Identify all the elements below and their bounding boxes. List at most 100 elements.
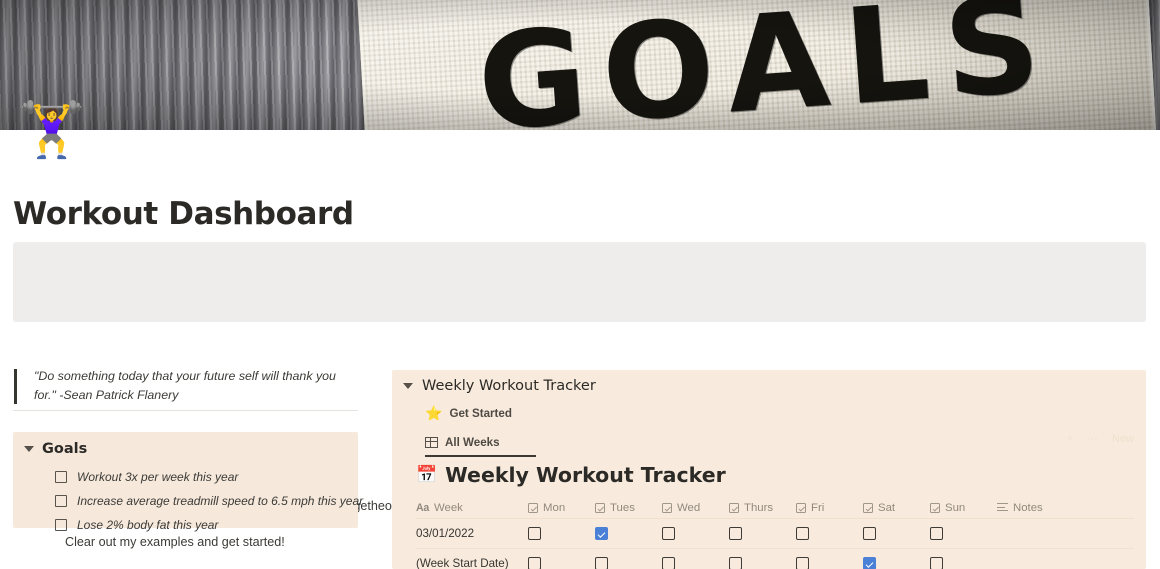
column-header-sat-label: Sat (878, 501, 896, 514)
column-header-mon-label: Mon (543, 501, 566, 514)
weightlifter-emoji[interactable]: 🏋️‍♀️ (18, 98, 85, 162)
callout-line-2[interactable]: Clear out my examples and get started! (65, 533, 285, 551)
goal-checkbox-0[interactable] (55, 471, 67, 483)
checkbox-icon (796, 502, 806, 513)
checkbox-wed[interactable] (662, 557, 675, 569)
tab-all-weeks-label: All Weeks (445, 436, 500, 449)
table-header-row: Aa Week Mon Tues Wed Thurs Fri Sat Sun N… (416, 497, 1134, 519)
cell-mon[interactable] (528, 527, 595, 540)
workout-dashboard-page: GOALS 🏋️‍♀️ Workout Dashboard 💡 I create… (0, 0, 1160, 569)
tab-get-started-label: Get Started (449, 406, 512, 420)
checkbox-mon[interactable] (528, 557, 541, 569)
weekly-tracker-table: Aa Week Mon Tues Wed Thurs Fri Sat Sun N… (416, 497, 1134, 569)
cell-week[interactable]: (Week Start Date) (416, 557, 528, 569)
cell-thurs[interactable] (729, 527, 796, 540)
column-header-sat[interactable]: Sat (863, 502, 930, 514)
checkbox-thurs[interactable] (729, 527, 742, 540)
new-button[interactable]: New (1112, 433, 1134, 445)
cover-image: GOALS (0, 0, 1160, 130)
column-header-thurs[interactable]: Thurs (729, 502, 796, 514)
database-toolbar[interactable]: ⌕ ··· New (1067, 432, 1134, 445)
cell-sat[interactable] (863, 557, 930, 569)
column-header-sun[interactable]: Sun (930, 502, 997, 514)
goal-label-0: Workout 3x per week this year (77, 470, 239, 484)
column-header-sun-label: Sun (945, 501, 966, 514)
cell-sun[interactable] (930, 527, 997, 540)
tracker-tabs: ⭐ Get Started All Weeks (425, 401, 536, 463)
database-title: Weekly Workout Tracker (445, 463, 726, 487)
weekly-workout-tracker-panel: Weekly Workout Tracker ⭐ Get Started All… (392, 370, 1146, 569)
star-icon: ⭐ (425, 405, 443, 421)
tab-all-weeks[interactable]: All Weeks (425, 433, 536, 457)
goals-title: Goals (42, 441, 88, 457)
column-header-wed-label: Wed (677, 501, 701, 514)
goals-panel: Goals Workout 3x per week this year Incr… (13, 432, 363, 532)
checkbox-icon (662, 502, 672, 513)
column-header-tues-label: Tues (610, 501, 635, 514)
goal-item-2[interactable]: Lose 2% body fat this year (55, 518, 218, 532)
database-title-row[interactable]: 📅 Weekly Workout Tracker (416, 463, 726, 487)
goal-label-1: Increase average treadmill speed to 6.5 … (77, 494, 364, 508)
cell-fri[interactable] (796, 557, 863, 569)
tracker-title: Weekly Workout Tracker (422, 378, 596, 394)
cell-mon[interactable] (528, 557, 595, 569)
cell-wed[interactable] (662, 557, 729, 569)
checkbox-icon (729, 502, 739, 513)
table-grid-icon (425, 437, 438, 448)
cell-thurs[interactable] (729, 557, 796, 569)
goal-checkbox-1[interactable] (55, 495, 67, 507)
checkbox-sat[interactable] (863, 557, 876, 569)
quote-text[interactable]: "Do something today that your future sel… (34, 367, 346, 405)
more-options-icon[interactable]: ··· (1087, 433, 1098, 445)
checkbox-tues[interactable] (595, 527, 608, 540)
goals-header[interactable]: Goals (24, 441, 87, 457)
checkbox-sat[interactable] (863, 527, 876, 540)
checkbox-mon[interactable] (528, 527, 541, 540)
goal-checkbox-2[interactable] (55, 519, 67, 531)
calendar-emoji: 📅 (416, 465, 438, 484)
column-header-tues[interactable]: Tues (595, 502, 662, 514)
page-title[interactable]: Workout Dashboard (13, 196, 354, 232)
checkbox-tues[interactable] (595, 557, 608, 569)
checkbox-icon (595, 502, 605, 513)
column-header-mon[interactable]: Mon (528, 502, 595, 514)
cover-vignette (0, 0, 1160, 130)
checkbox-sun[interactable] (930, 527, 943, 540)
chevron-down-icon[interactable] (24, 446, 34, 452)
column-header-wed[interactable]: Wed (662, 502, 729, 514)
table-row[interactable]: (Week Start Date) (416, 549, 1134, 569)
cell-sun[interactable] (930, 557, 997, 569)
quote-block: "Do something today that your future sel… (14, 367, 359, 405)
checkbox-icon (930, 502, 940, 513)
search-icon[interactable]: ⌕ (1067, 432, 1073, 445)
goal-item-0[interactable]: Workout 3x per week this year (55, 470, 238, 484)
checkbox-thurs[interactable] (729, 557, 742, 569)
checkbox-fri[interactable] (796, 557, 809, 569)
column-header-notes[interactable]: Notes (997, 502, 1077, 514)
text-lines-icon (997, 503, 1008, 512)
column-header-thurs-label: Thurs (744, 501, 774, 514)
cell-sat[interactable] (863, 527, 930, 540)
cell-wed[interactable] (662, 527, 729, 540)
aa-text-icon: Aa (416, 501, 429, 514)
checkbox-icon (528, 502, 538, 513)
cell-week[interactable]: 03/01/2022 (416, 527, 528, 540)
column-header-fri[interactable]: Fri (796, 502, 863, 514)
quote-bar (14, 369, 17, 404)
cell-fri[interactable] (796, 527, 863, 540)
cell-tues[interactable] (595, 527, 662, 540)
tab-get-started[interactable]: ⭐ Get Started (425, 401, 536, 425)
column-header-notes-label: Notes (1013, 501, 1043, 514)
cell-tues[interactable] (595, 557, 662, 569)
table-row[interactable]: 03/01/2022 (416, 519, 1134, 549)
column-header-week[interactable]: Aa Week (416, 502, 528, 514)
column-header-week-label: Week (433, 501, 463, 514)
chevron-down-icon[interactable] (403, 383, 413, 389)
checkbox-wed[interactable] (662, 527, 675, 540)
tracker-header[interactable]: Weekly Workout Tracker (403, 378, 596, 394)
checkbox-fri[interactable] (796, 527, 809, 540)
goal-item-1[interactable]: Increase average treadmill speed to 6.5 … (55, 494, 363, 508)
checkbox-sun[interactable] (930, 557, 943, 569)
goal-label-2: Lose 2% body fat this year (77, 518, 219, 532)
section-divider (13, 410, 358, 411)
